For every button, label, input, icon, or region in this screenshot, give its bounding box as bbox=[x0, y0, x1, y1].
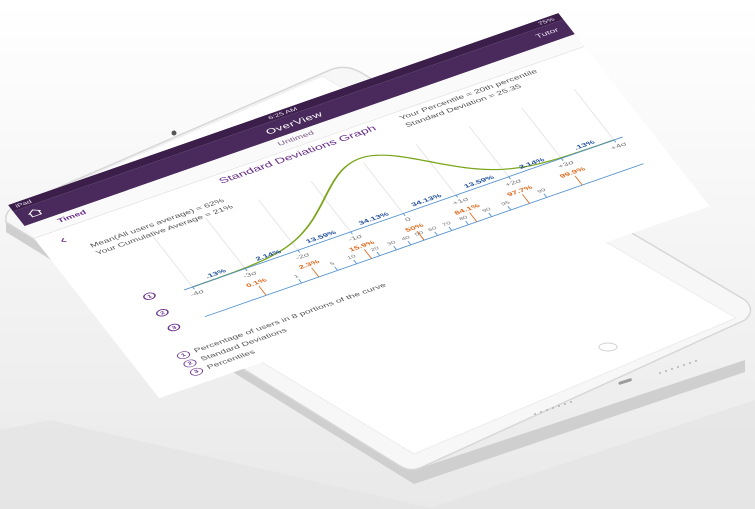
percentile-tick bbox=[488, 212, 493, 217]
percentile-tick bbox=[298, 279, 303, 284]
sigma-tick-label: +4σ bbox=[609, 140, 629, 151]
product-scene: iPad 6:25 AM 75% OverView Tutor Timed Un… bbox=[0, 0, 755, 509]
percentile-tick bbox=[376, 251, 381, 256]
sigma-gridline bbox=[363, 162, 404, 214]
percentile-tick-label: 40 bbox=[400, 235, 412, 242]
sigma-gridline bbox=[573, 89, 615, 141]
percentile-tick bbox=[407, 241, 412, 245]
percentile-tick bbox=[507, 206, 512, 211]
percentile-tick-label: 1 bbox=[293, 273, 301, 279]
sigma-tick bbox=[244, 268, 248, 272]
segment-percentage-label: 2.14% bbox=[254, 248, 283, 262]
percentile-tick bbox=[353, 259, 358, 264]
sigma-tick-label: -2σ bbox=[294, 251, 311, 261]
segment-percentage-label: .13% bbox=[204, 267, 228, 279]
percentile-tick-label: 10 bbox=[346, 254, 358, 261]
sigma-gridline bbox=[521, 107, 562, 159]
percentile-tick-label: 20 bbox=[369, 246, 381, 253]
sigma-gridline bbox=[205, 217, 246, 269]
percentile-tick bbox=[334, 266, 338, 271]
segment-percentage-label: .13% bbox=[572, 139, 596, 151]
sigma-tick-label: 0 bbox=[403, 216, 412, 223]
percentile-tick bbox=[465, 220, 469, 225]
percentile-tick bbox=[448, 226, 453, 231]
sigma-tick bbox=[297, 250, 301, 253]
cumulative-marker bbox=[521, 194, 530, 204]
sigma-tick bbox=[350, 231, 353, 235]
sigma-tick bbox=[192, 286, 195, 290]
percentile-tick bbox=[434, 231, 438, 236]
percentile-tick-label: 5 bbox=[329, 261, 337, 267]
sigma-tick bbox=[613, 139, 617, 143]
cumulative-marker bbox=[311, 267, 320, 278]
percentile-tick bbox=[393, 245, 397, 250]
cumulative-marker bbox=[574, 175, 583, 186]
sigma-tick bbox=[508, 176, 511, 180]
sigma-tick bbox=[560, 158, 564, 161]
sigma-gridline bbox=[415, 144, 457, 196]
cumulative-marker bbox=[469, 212, 478, 222]
sigma-tick bbox=[402, 213, 406, 216]
percentile-tick-label: 99 bbox=[536, 187, 548, 194]
sigma-tick-label: -4σ bbox=[189, 288, 206, 298]
cumulative-marker bbox=[258, 285, 267, 296]
sigma-tick-label: -3σ bbox=[241, 269, 258, 279]
percentile-tick-label: 90 bbox=[481, 207, 493, 214]
percentile-tick-label: 30 bbox=[386, 240, 398, 247]
sigma-tick bbox=[455, 194, 459, 198]
percentile-tick bbox=[543, 193, 548, 198]
percentile-tick-label: 70 bbox=[441, 220, 453, 227]
percentile-tick-label: 60 bbox=[427, 225, 439, 232]
percentile-tick-label: 80 bbox=[458, 215, 470, 222]
sigma-gridline bbox=[310, 181, 352, 233]
sigma-gridline bbox=[152, 236, 194, 288]
percentile-tick-label: 95 bbox=[500, 200, 512, 207]
sigma-tick-label: -1σ bbox=[347, 233, 364, 243]
